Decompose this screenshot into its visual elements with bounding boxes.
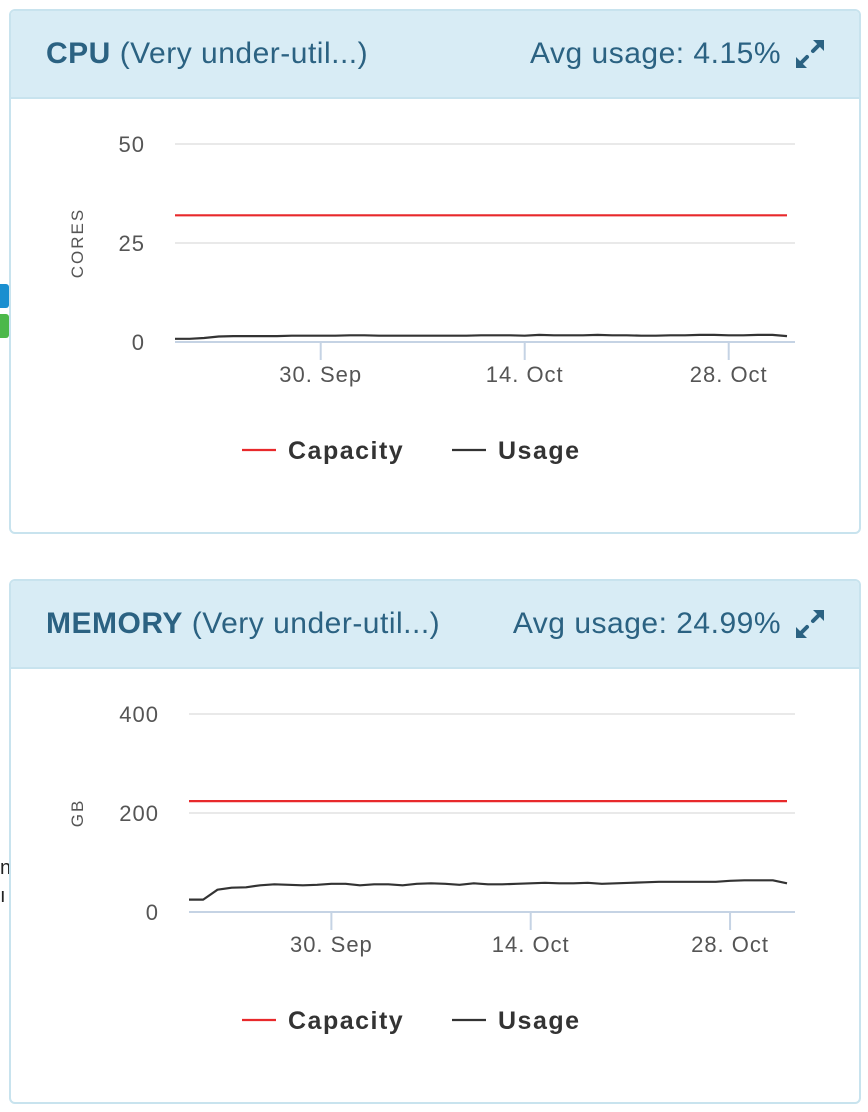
memory-panel-header: MEMORY (Very under-util...) Avg usage: 2… [11,581,859,669]
memory-panel-name: MEMORY [46,607,183,640]
memory-panel-status: (Very under-util...) [191,607,441,640]
x-tick-label: 30. Sep [279,362,362,387]
legend-label-capacity[interactable]: Capacity [288,437,404,465]
y-tick-label: 50 [119,132,145,157]
memory-panel: MEMORY (Very under-util...) Avg usage: 2… [9,579,861,1104]
cpu-panel: CPU (Very under-util...) Avg usage: 4.15… [9,9,861,534]
x-tick-label: 30. Sep [290,932,373,957]
cpu-avg-usage: Avg usage: 4.15% [530,37,781,70]
y-tick-label: 0 [132,330,145,355]
edge-marker-green [0,314,9,338]
memory-avg-usage: Avg usage: 24.99% [512,607,781,640]
x-tick-label: 14. Oct [486,362,564,387]
expand-arrows-icon[interactable] [793,607,827,641]
memory-panel-title: MEMORY (Very under-util...) [46,607,440,641]
y-tick-label: 400 [119,702,159,727]
legend-label-usage[interactable]: Usage [498,437,581,465]
cpu-panel-header: CPU (Very under-util...) Avg usage: 4.15… [11,11,859,99]
y-tick-label: 25 [119,231,145,256]
legend-label-capacity[interactable]: Capacity [288,1007,404,1035]
cpu-panel-title: CPU (Very under-util...) [46,37,368,71]
x-tick-label: 28. Oct [691,932,769,957]
cpu-panel-name: CPU [46,37,111,70]
cpu-chart: 0 25 50 CORES 30. Sep 14. Oct 28. Oct Capacity U… [68,132,795,465]
series-line-usage [189,879,788,901]
x-tick-label: 14. Oct [492,932,570,957]
series-line-usage [175,333,788,340]
y-axis-title: CORES [68,208,87,278]
edge-marker-blue [0,284,9,308]
y-tick-label: 200 [119,801,159,826]
expand-arrows-icon[interactable] [793,37,827,71]
x-tick-label: 28. Oct [690,362,768,387]
y-axis-title: GB [68,799,87,828]
edge-text-fragment-2: ı [0,885,6,907]
y-tick-label: 0 [146,900,159,925]
cpu-panel-status: (Very under-util...) [119,37,369,70]
legend-label-usage[interactable]: Usage [498,1007,581,1035]
memory-chart: 0 200 400 GB 30. Sep 14. Oct 28. Oct Capacity Us… [68,702,795,1035]
